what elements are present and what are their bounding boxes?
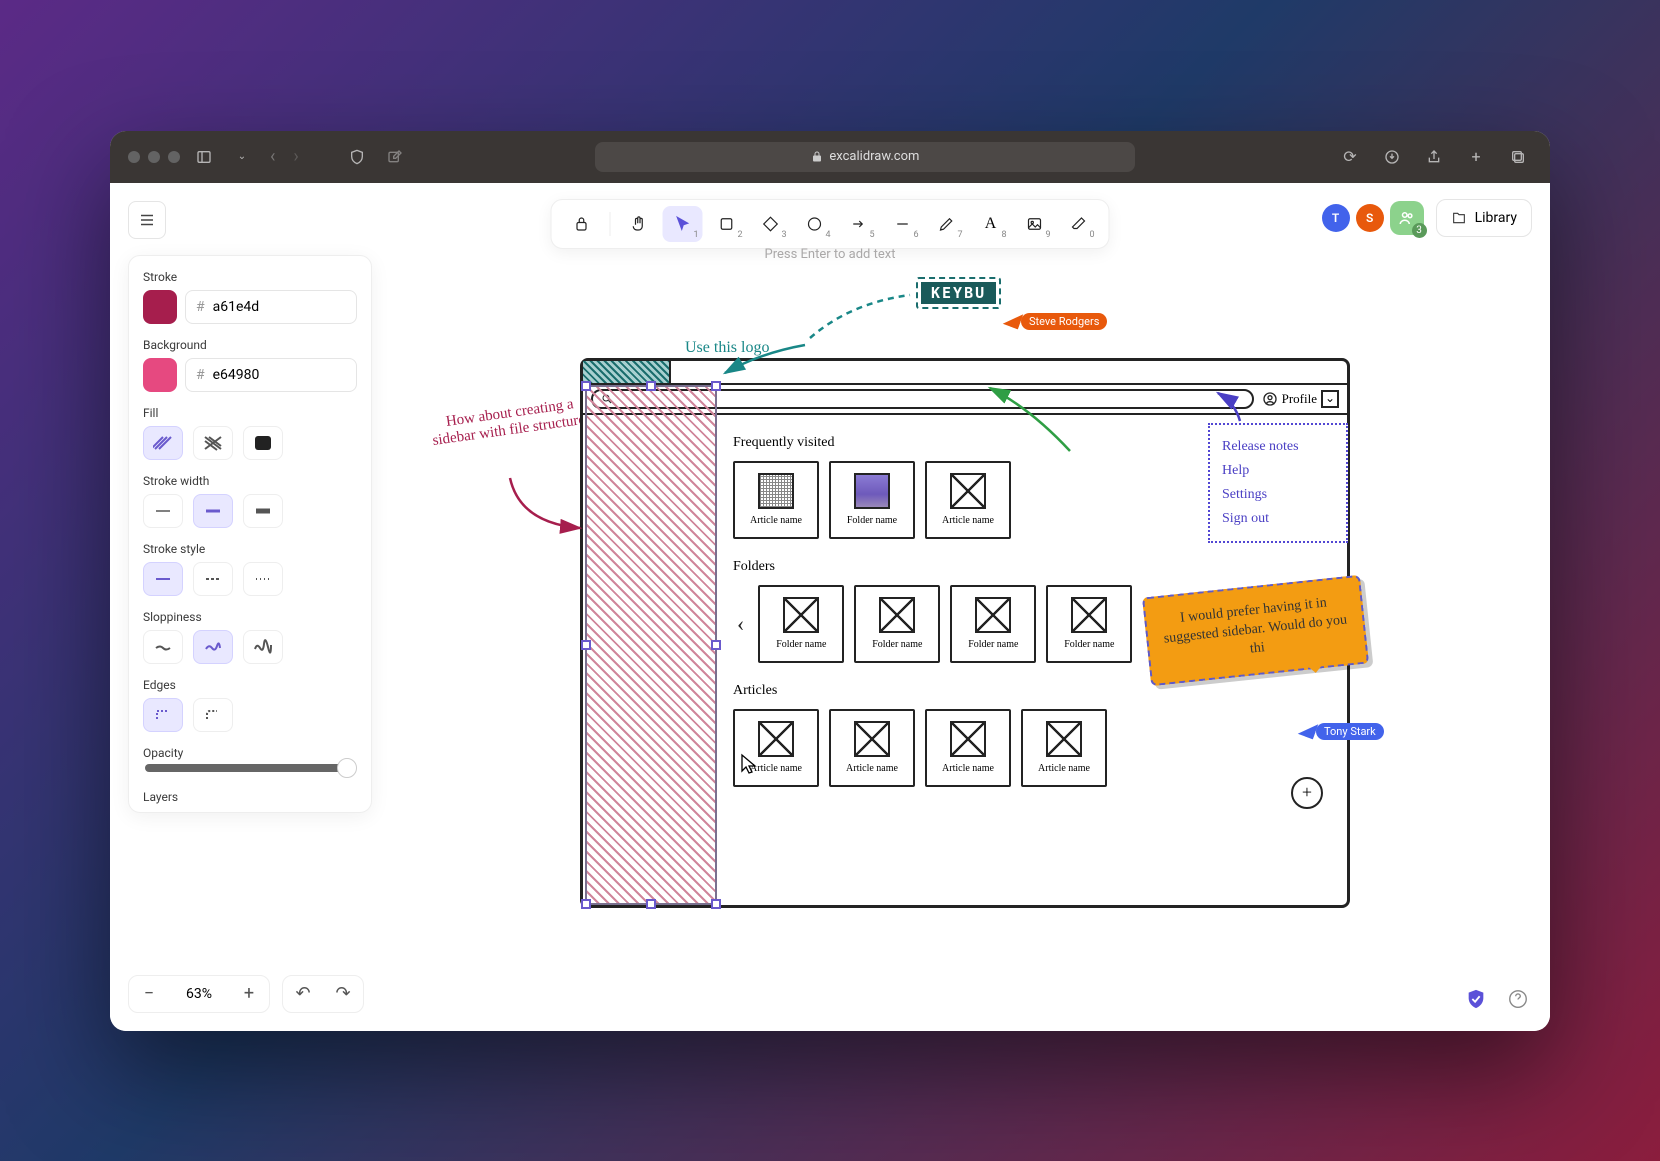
url-text: excalidraw.com <box>829 149 919 164</box>
compose-icon[interactable] <box>381 143 409 171</box>
mock-profile-chev: ⌄ <box>1321 390 1339 408</box>
reload-icon[interactable]: ⟳ <box>1336 143 1364 171</box>
share-icon[interactable] <box>1420 143 1448 171</box>
wireframe-card: Folder name <box>829 461 915 539</box>
canvas[interactable]: Press Enter to add text KEYBU Use this l… <box>110 183 1550 1031</box>
carousel-prev-icon: ‹ <box>733 611 748 637</box>
wireframe-card: Article name <box>733 461 819 539</box>
wireframe-card: Article name <box>1021 709 1107 787</box>
wireframe-card: Article name <box>829 709 915 787</box>
new-tab-icon[interactable]: + <box>1462 143 1490 171</box>
tabs-icon[interactable] <box>1504 143 1532 171</box>
use-logo-note[interactable]: Use this logo <box>685 339 769 357</box>
wireframe-card: Article name <box>925 709 1011 787</box>
download-icon[interactable] <box>1378 143 1406 171</box>
mock-profile: Profile ⌄ <box>1262 390 1339 408</box>
browser-titlebar: ⌄ ‹ › excalidraw.com ⟳ + <box>110 131 1550 183</box>
wireframe-card: Folder name <box>854 585 940 663</box>
remote-cursor-tony: Tony Stark <box>1300 723 1384 740</box>
back-icon[interactable]: ‹ <box>266 146 279 167</box>
logo-draft[interactable]: KEYBU <box>916 277 1001 309</box>
cursor-icon <box>740 753 758 780</box>
wireframe-dropdown[interactable]: Release notes Help Settings Sign out <box>1208 423 1348 543</box>
traffic-lights[interactable] <box>128 151 180 163</box>
chevron-down-icon[interactable]: ⌄ <box>228 143 256 171</box>
forward-icon[interactable]: › <box>289 146 302 167</box>
wireframe-card: Folder name <box>950 585 1036 663</box>
sidebar-icon[interactable] <box>190 143 218 171</box>
wireframe-card: Folder name <box>1046 585 1132 663</box>
sidebar-note[interactable]: How about creating a sidebar with file s… <box>424 393 597 450</box>
fab-add: + <box>1291 777 1323 809</box>
address-bar[interactable]: excalidraw.com <box>595 142 1135 172</box>
shield-icon[interactable] <box>343 143 371 171</box>
wireframe-card: Article name <box>925 461 1011 539</box>
wireframe-card: Folder name <box>758 585 844 663</box>
canvas-hint: Press Enter to add text <box>765 247 896 262</box>
remote-cursor-steve: Steve Rodgers <box>1005 313 1107 330</box>
selected-rectangle[interactable] <box>585 385 717 905</box>
